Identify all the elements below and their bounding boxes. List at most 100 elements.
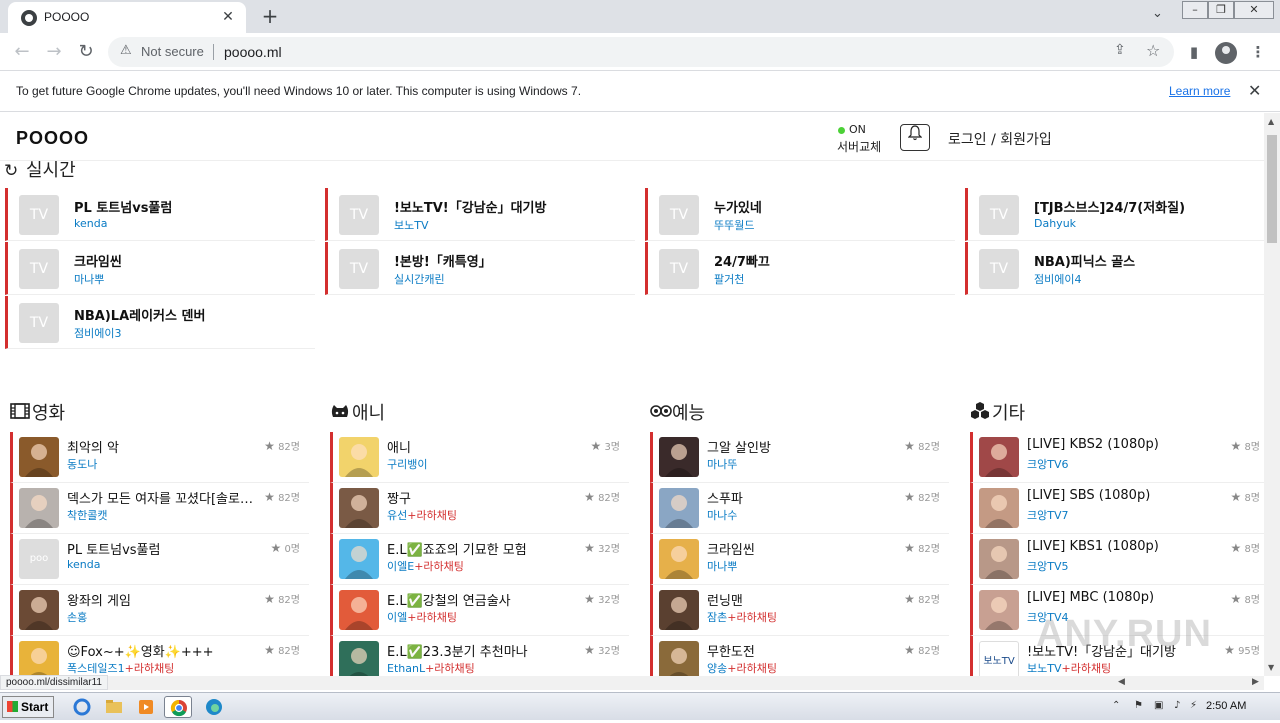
channel-card[interactable]: 런닝맨 잠촌+라하채팅 ★ 82명 [650, 585, 949, 636]
channel-card[interactable]: 애니 구리뱅이 ★ 3명 [330, 432, 629, 483]
network-icon[interactable]: ▣ [1154, 700, 1166, 712]
close-tab-icon[interactable]: ✕ [218, 7, 238, 27]
channel-owner[interactable]: 착한콜캣 [67, 507, 107, 523]
forward-icon[interactable]: → [42, 40, 66, 64]
streamer-name[interactable]: 보노TV [394, 217, 428, 233]
live-stream-card[interactable]: TV NBA)피닉스 골스 점비에이4 [965, 242, 1264, 295]
live-stream-card[interactable]: TV !보노TV!「강남순」대기방 보노TV [325, 188, 635, 241]
site-logo[interactable]: POOOO [16, 128, 89, 149]
channel-owner[interactable]: 손홍 [67, 609, 87, 625]
scroll-down-icon[interactable]: ▼ [1268, 663, 1274, 672]
channel-owner[interactable]: 마나수 [707, 507, 737, 523]
channel-owner[interactable]: 크앙TV6 [1027, 456, 1068, 472]
channel-card[interactable]: E.L✅죠죠의 기묘한 모험 이엘E+라하채팅 ★ 32명 [330, 534, 629, 585]
url-text[interactable]: poooo.ml [224, 44, 282, 60]
live-stream-card[interactable]: TV !본방!「캐특영」 실시간캐린 [325, 242, 635, 295]
browser-tab[interactable]: POOOO ✕ [8, 2, 246, 33]
side-panel-icon[interactable]: ▮ [1184, 42, 1204, 62]
channel-avatar [19, 641, 59, 676]
live-stream-card[interactable]: TV NBA)LA레이커스 덴버 점비에이3 [5, 296, 315, 349]
explorer-folder-icon[interactable] [100, 696, 128, 718]
channel-card[interactable]: 덱스가 모든 여자를 꼬셨다[솔로지옥] 착한콜캣 ★ 82명 [10, 483, 309, 534]
scroll-right-icon[interactable]: ▶ [1252, 677, 1259, 687]
tray-expand-icon[interactable]: ⌃ [1112, 700, 1124, 712]
channel-owner[interactable]: 잠촌+라하채팅 [707, 609, 777, 625]
mask-icon [650, 403, 672, 424]
server-change-button[interactable]: 서버교체 [837, 138, 881, 155]
live-stream-card[interactable]: TV 24/7빠끄 팔거천 [645, 242, 955, 295]
infobar-close-icon[interactable]: ✕ [1248, 81, 1261, 100]
profile-avatar-icon[interactable] [1215, 42, 1237, 64]
channel-card[interactable]: ☺Fox~+✨영화✨+++ 폭스테일즈1+라하채팅 ★ 82명 [10, 636, 309, 676]
streamer-name[interactable]: 점비에이3 [74, 325, 121, 341]
live-stream-card[interactable]: TV 누가있네 뚜뚜월드 [645, 188, 955, 241]
new-tab-button[interactable]: + [258, 4, 282, 28]
streamer-name[interactable]: 뚜뚜월드 [714, 217, 754, 233]
live-stream-card[interactable]: TV PL 토트넘vs풀럼 kenda [5, 188, 315, 241]
bell-icon[interactable] [900, 124, 930, 151]
minimize-button[interactable]: – [1182, 1, 1208, 19]
channel-card[interactable]: [LIVE] KBS1 (1080p) 크앙TV5 ★ 8명 [970, 534, 1264, 585]
menu-kebab-icon[interactable]: ⋮ [1248, 42, 1268, 62]
channel-owner[interactable]: 유선+라하채팅 [387, 507, 457, 523]
login-signup-link[interactable]: 로그인 / 회원가입 [948, 129, 1052, 149]
restore-button[interactable]: ❐ [1208, 1, 1234, 19]
channel-card[interactable]: poo PL 토트넘vs풀럼 kenda ★ 0명 [10, 534, 309, 585]
flag-icon[interactable]: ⚑ [1134, 700, 1146, 712]
channel-owner[interactable]: 양송+라하채팅 [707, 660, 777, 676]
scroll-up-icon[interactable]: ▲ [1268, 117, 1274, 126]
window-close-button[interactable]: ✕ [1234, 1, 1274, 19]
share-icon[interactable]: ⇪ [1114, 42, 1126, 58]
chrome-icon[interactable] [164, 696, 192, 718]
channel-card[interactable]: 최악의 악 동도나 ★ 82명 [10, 432, 309, 483]
horizontal-scrollbar[interactable]: ◀ ▶ [0, 676, 1264, 690]
power-icon[interactable]: ⚡ [1190, 700, 1202, 712]
reload-icon[interactable]: ↻ [74, 40, 98, 64]
channel-owner[interactable]: EthanL+라하채팅 [387, 660, 475, 676]
not-secure-label[interactable]: Not secure [141, 44, 204, 59]
channel-owner[interactable]: kenda [67, 558, 100, 571]
channel-card[interactable]: 짱구 유선+라하채팅 ★ 82명 [330, 483, 629, 534]
address-bar[interactable]: ⚠ Not secure poooo.ml ⇪ ☆ [108, 37, 1174, 67]
bookmark-star-icon[interactable]: ☆ [1146, 41, 1160, 60]
ie-icon[interactable] [68, 696, 96, 718]
vertical-scrollbar[interactable]: ▲ ▼ [1264, 113, 1280, 676]
channel-owner[interactable]: 마나뿌 [707, 558, 737, 574]
channel-owner[interactable]: 구리뱅이 [387, 456, 427, 472]
streamer-name[interactable]: Dahyuk [1034, 217, 1076, 230]
tab-search-icon[interactable]: ⌄ [1152, 6, 1163, 21]
back-icon[interactable]: ← [10, 40, 34, 64]
streamer-name[interactable]: kenda [74, 217, 107, 230]
channel-card[interactable]: 스푸파 마나수 ★ 82명 [650, 483, 949, 534]
channel-card[interactable]: E.L✅강철의 연금술사 이엘+라하채팅 ★ 32명 [330, 585, 629, 636]
channel-owner[interactable]: 보노TV+라하채팅 [1027, 660, 1111, 676]
channel-owner[interactable]: 폭스테일즈1+라하채팅 [67, 660, 174, 676]
channel-card[interactable]: 크라임씬 마나뿌 ★ 82명 [650, 534, 949, 585]
channel-owner[interactable]: 마나뚜 [707, 456, 737, 472]
channel-card[interactable]: E.L✅23.3분기 추천마나 EthanL+라하채팅 ★ 32명 [330, 636, 629, 676]
start-button[interactable]: Start [2, 696, 54, 718]
scroll-thumb[interactable] [1267, 135, 1277, 243]
channel-card[interactable]: 무한도전 양송+라하채팅 ★ 82명 [650, 636, 949, 676]
channel-card[interactable]: 왕좌의 게임 손홍 ★ 82명 [10, 585, 309, 636]
channel-card[interactable]: [LIVE] KBS2 (1080p) 크앙TV6 ★ 8명 [970, 432, 1264, 483]
warning-icon[interactable]: ⚠ [120, 43, 132, 58]
channel-owner[interactable]: 크앙TV5 [1027, 558, 1068, 574]
scroll-left-icon[interactable]: ◀ [1118, 677, 1125, 687]
edge-icon[interactable] [200, 696, 228, 718]
media-player-icon[interactable] [132, 696, 160, 718]
live-stream-card[interactable]: TV 크라임씬 마나뿌 [5, 242, 315, 295]
learn-more-link[interactable]: Learn more [1169, 84, 1230, 98]
streamer-name[interactable]: 팔거천 [714, 271, 744, 287]
live-stream-card[interactable]: TV [TJB스브스]24/7(저화질) Dahyuk [965, 188, 1264, 241]
channel-card[interactable]: 그알 살인방 마나뚜 ★ 82명 [650, 432, 949, 483]
streamer-name[interactable]: 실시간캐린 [394, 271, 445, 287]
channel-card[interactable]: [LIVE] SBS (1080p) 크앙TV7 ★ 8명 [970, 483, 1264, 534]
channel-owner[interactable]: 크앙TV7 [1027, 507, 1068, 523]
channel-owner[interactable]: 동도나 [67, 456, 97, 472]
streamer-name[interactable]: 마나뿌 [74, 271, 104, 287]
volume-icon[interactable]: ♪ [1174, 700, 1186, 712]
channel-owner[interactable]: 이엘E+라하채팅 [387, 558, 464, 574]
streamer-name[interactable]: 점비에이4 [1034, 271, 1081, 287]
channel-owner[interactable]: 이엘+라하채팅 [387, 609, 457, 625]
